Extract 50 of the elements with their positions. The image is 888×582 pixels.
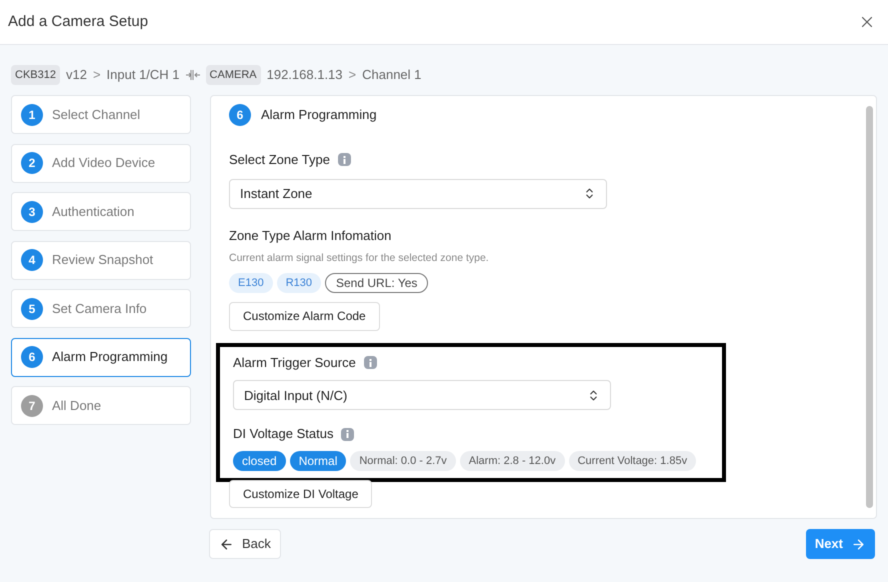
breadcrumb-text: Channel 1 (362, 66, 422, 84)
step-number: 1 (21, 104, 43, 126)
status-tag: Alarm: 2.8 - 12.0v (460, 450, 565, 471)
status-tag: closed (233, 450, 286, 471)
step-number: 5 (21, 298, 43, 320)
dropdown-select[interactable]: Digital Input (N/C) (233, 380, 611, 410)
field-label: DI Voltage Status (233, 425, 334, 444)
arrow-right-icon (851, 536, 866, 552)
section-heading: Zone Type Alarm Infomation (229, 226, 392, 245)
status-tag: Send URL: Yes (325, 272, 428, 293)
field-label: Alarm Trigger Source (233, 354, 356, 372)
dropdown-select[interactable]: Instant Zone (229, 178, 607, 208)
section-title: Alarm Programming (261, 106, 377, 124)
step-number: 4 (21, 249, 43, 271)
step-item[interactable]: 5 Set Camera Info (11, 289, 191, 328)
step-item[interactable]: 3 Authentication (11, 192, 191, 231)
step-number: 3 (21, 200, 43, 222)
step-number: 6 (21, 346, 43, 368)
customize-alarm-code-button[interactable]: Customize Alarm Code (229, 302, 380, 331)
device-tag: CKB312 (11, 64, 60, 86)
next-button[interactable]: Next (806, 529, 875, 559)
step-item[interactable]: 2 Add Video Device (11, 144, 191, 182)
info-icon (338, 153, 351, 166)
step-number: 2 (21, 152, 43, 174)
connection-icon (186, 69, 200, 81)
field-label: Select Zone Type (229, 151, 330, 169)
breadcrumb-separator: > (92, 66, 101, 84)
back-button[interactable]: Back (209, 529, 281, 559)
info-icon (364, 356, 377, 369)
step-item[interactable]: 6 Alarm Programming (11, 338, 191, 376)
step-item[interactable]: 7 All Done (11, 386, 191, 425)
status-tag: R130 (276, 272, 321, 293)
device-tag: CAMERA (206, 64, 261, 86)
breadcrumb-text: Input 1/CH 1 (106, 66, 180, 84)
step-item[interactable]: 1 Select Channel (11, 95, 191, 134)
breadcrumb-text: v12 (66, 66, 87, 84)
status-tag: Current Voltage: 1.85v (568, 450, 696, 471)
breadcrumb-separator: > (348, 66, 356, 84)
breadcrumb-text: 192.168.1.13 (266, 66, 343, 84)
customize-voltage-button[interactable]: Customize DI Voltage (229, 480, 372, 508)
description-text: Current alarm signal settings for the selected zone type. (229, 251, 490, 266)
status-tag: Normal (290, 450, 346, 471)
status-tag: E130 (229, 272, 273, 293)
scrollbar-thumb[interactable] (866, 106, 872, 508)
status-tag: Normal: 0.0 - 2.7v (350, 450, 456, 471)
info-icon (341, 428, 354, 440)
window-title: Add a Camera Setup (8, 12, 148, 32)
step-number: 6 (229, 104, 251, 126)
step-number: 7 (21, 394, 43, 416)
step-item[interactable]: 4 Review Snapshot (11, 240, 191, 280)
